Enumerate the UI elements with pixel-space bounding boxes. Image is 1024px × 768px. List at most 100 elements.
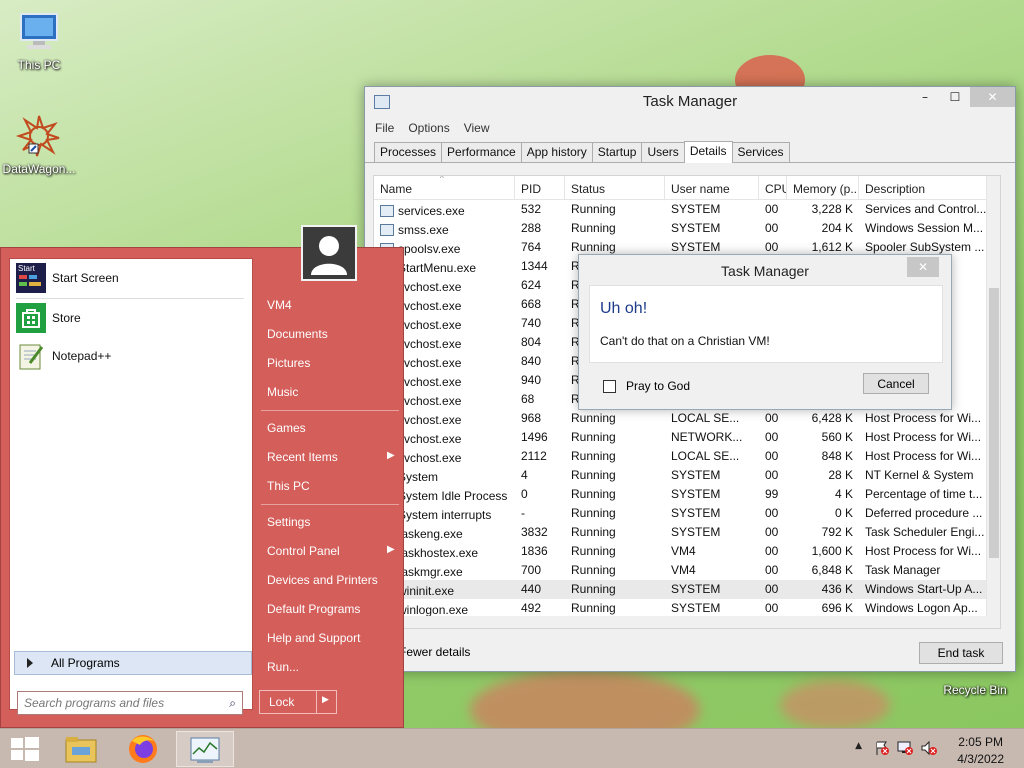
action-center-flag-icon[interactable] [874,740,890,759]
start-button[interactable] [0,731,58,767]
horizontal-scrollbar[interactable] [374,616,1000,628]
cell-pid: 1344 [521,259,548,273]
cell-status: Running [571,221,616,235]
cell-cpu: 00 [765,582,779,596]
start-link-help-support[interactable]: Help and Support [267,631,360,645]
system-clock[interactable]: 2:05 PM 4/3/2022 [957,734,1004,768]
network-icon[interactable] [896,740,914,759]
column-header-description[interactable]: Description [859,176,987,199]
folder-icon [65,737,97,763]
table-row[interactable]: System 4 Running SYSTEM 00 28 K NT Kernel & Sy… [374,466,1000,485]
start-link-games[interactable]: Games [267,421,306,435]
start-item-start-screen[interactable]: Start Start Screen [16,263,119,293]
end-task-button[interactable]: End task [919,642,1003,664]
tab-services[interactable]: Services [731,142,790,162]
desktop-icon-recycle-bin[interactable]: Recycle Bin [936,683,1014,697]
table-row[interactable]: taskeng.exe 3832 Running SYSTEM 00 792 K Task … [374,523,1000,542]
start-link-default-programs[interactable]: Default Programs [267,602,360,616]
tab-performance[interactable]: Performance [441,142,522,162]
start-item-store[interactable]: Store [16,303,81,333]
cell-mem: 560 K [821,430,853,444]
lock-button[interactable]: Lock ▶ [259,690,337,714]
start-link-control-panel[interactable]: Control Panel ▶ [267,544,397,558]
start-link-run[interactable]: Run... [267,660,299,674]
menu-view[interactable]: View [464,121,490,135]
lock-options-arrow-icon[interactable]: ▶ [322,694,329,705]
dialog-close-button[interactable]: ✕ [907,257,939,277]
taskbar-file-explorer[interactable] [52,731,110,767]
table-row[interactable]: wininit.exe 440 Running SYSTEM 00 436 K Window… [374,580,1000,599]
user-avatar[interactable] [301,225,357,281]
close-button[interactable]: ✕ [970,87,1015,107]
table-row[interactable]: svchost.exe 968 Running LOCAL SE... 00 6,428 … [374,409,1000,428]
tab-details[interactable]: Details [683,141,733,163]
table-row[interactable]: taskhostex.exe 1836 Running VM4 00 1,600 K Hos… [374,542,1000,561]
table-header: Name^ PID Status User name CPU Memory (p… [374,176,1000,200]
start-link-recent-items[interactable]: Recent Items ▶ [267,450,397,464]
table-row[interactable]: taskmgr.exe 700 Running VM4 00 6,848 K Task Ma… [374,561,1000,580]
start-link-this-pc[interactable]: This PC [267,479,310,493]
cell-user: SYSTEM [671,468,721,482]
table-row[interactable]: svchost.exe 2112 Running LOCAL SE... 00 848 K… [374,447,1000,466]
column-header-pid[interactable]: PID [515,176,565,199]
tab-strip: Processes Performance App history Startu… [365,139,1015,163]
cell-cpu: 00 [765,563,779,577]
table-row[interactable]: services.exe 532 Running SYSTEM 00 3,228 K Ser… [374,200,1000,219]
cancel-button[interactable]: Cancel [863,373,929,394]
column-header-cpu[interactable]: CPU [759,176,787,199]
vertical-scrollbar[interactable] [986,176,1000,628]
all-programs-button[interactable]: All Programs [14,651,252,675]
column-header-status[interactable]: Status [565,176,665,199]
maximize-button[interactable]: ☐ [940,87,970,107]
scrollbar-thumb[interactable] [989,288,999,558]
title-bar[interactable]: Task Manager – ☐ ✕ [365,87,1015,117]
cell-pid: 804 [521,335,542,349]
cell-name-text: svchost.exe [398,393,462,408]
start-link-documents[interactable]: Documents [267,327,328,341]
tab-users[interactable]: Users [641,142,685,162]
start-link-label: Control Panel [267,544,340,558]
show-hidden-icons-icon[interactable]: ▲ [855,741,862,751]
error-dialog[interactable]: Task Manager ✕ Uh oh! Can't do that on a… [578,254,952,410]
lock-label: Lock [269,695,295,709]
pray-checkbox[interactable]: Pray to God [603,379,690,393]
start-link-pictures[interactable]: Pictures [267,356,310,370]
column-header-memory[interactable]: Memory (p... [787,176,859,199]
table-row[interactable]: System interrupts - Running SYSTEM 00 0 K Defe… [374,504,1000,523]
cell-cpu: 00 [765,468,779,482]
start-search-input[interactable]: Search programs and files ⌕ [17,691,243,715]
desktop-icon-datawagon[interactable]: DataWagon... [0,112,78,176]
tab-app-history[interactable]: App history [520,142,593,162]
start-link-settings[interactable]: Settings [267,515,310,529]
cell-name: services.exe [374,200,515,219]
tab-startup[interactable]: Startup [591,142,643,162]
divider [16,298,244,299]
checkbox-box[interactable] [603,379,616,393]
cell-user: LOCAL SE... [671,411,740,425]
start-link-music[interactable]: Music [267,385,298,399]
start-tile-text: Start [18,264,35,273]
table-row[interactable]: svchost.exe 1496 Running NETWORK... 00 560 K H… [374,428,1000,447]
taskbar-firefox[interactable] [114,731,172,767]
desktop-icon-this-pc[interactable]: This PC [0,8,78,72]
cell-status: Running [571,449,616,463]
tab-processes[interactable]: Processes [374,142,443,162]
column-header-user[interactable]: User name [665,176,759,199]
dialog-message: Can't do that on a Christian VM! [600,334,770,348]
minimize-button[interactable]: – [910,87,940,107]
cell-pid: 700 [521,563,542,577]
column-header-name[interactable]: Name ^ [374,176,515,199]
cell-pid: 3832 [521,525,548,539]
desktop-icon-label: DataWagon... [2,162,76,176]
cell-desc: Host Process for Wi... [865,430,982,444]
volume-muted-icon[interactable] [920,740,938,759]
menu-options[interactable]: Options [408,121,449,135]
start-link-devices-printers[interactable]: Devices and Printers [267,573,378,587]
menu-file[interactable]: File [375,121,394,135]
start-link-user[interactable]: VM4 [267,298,292,312]
search-icon[interactable]: ⌕ [229,696,236,711]
taskbar-task-manager[interactable] [176,731,234,767]
table-row[interactable]: System Idle Process 0 Running SYSTEM 99 4 K Pe… [374,485,1000,504]
start-item-notepadpp[interactable]: Notepad++ [16,341,111,371]
table-row[interactable]: smss.exe 288 Running SYSTEM 00 204 K Windows S… [374,219,1000,238]
